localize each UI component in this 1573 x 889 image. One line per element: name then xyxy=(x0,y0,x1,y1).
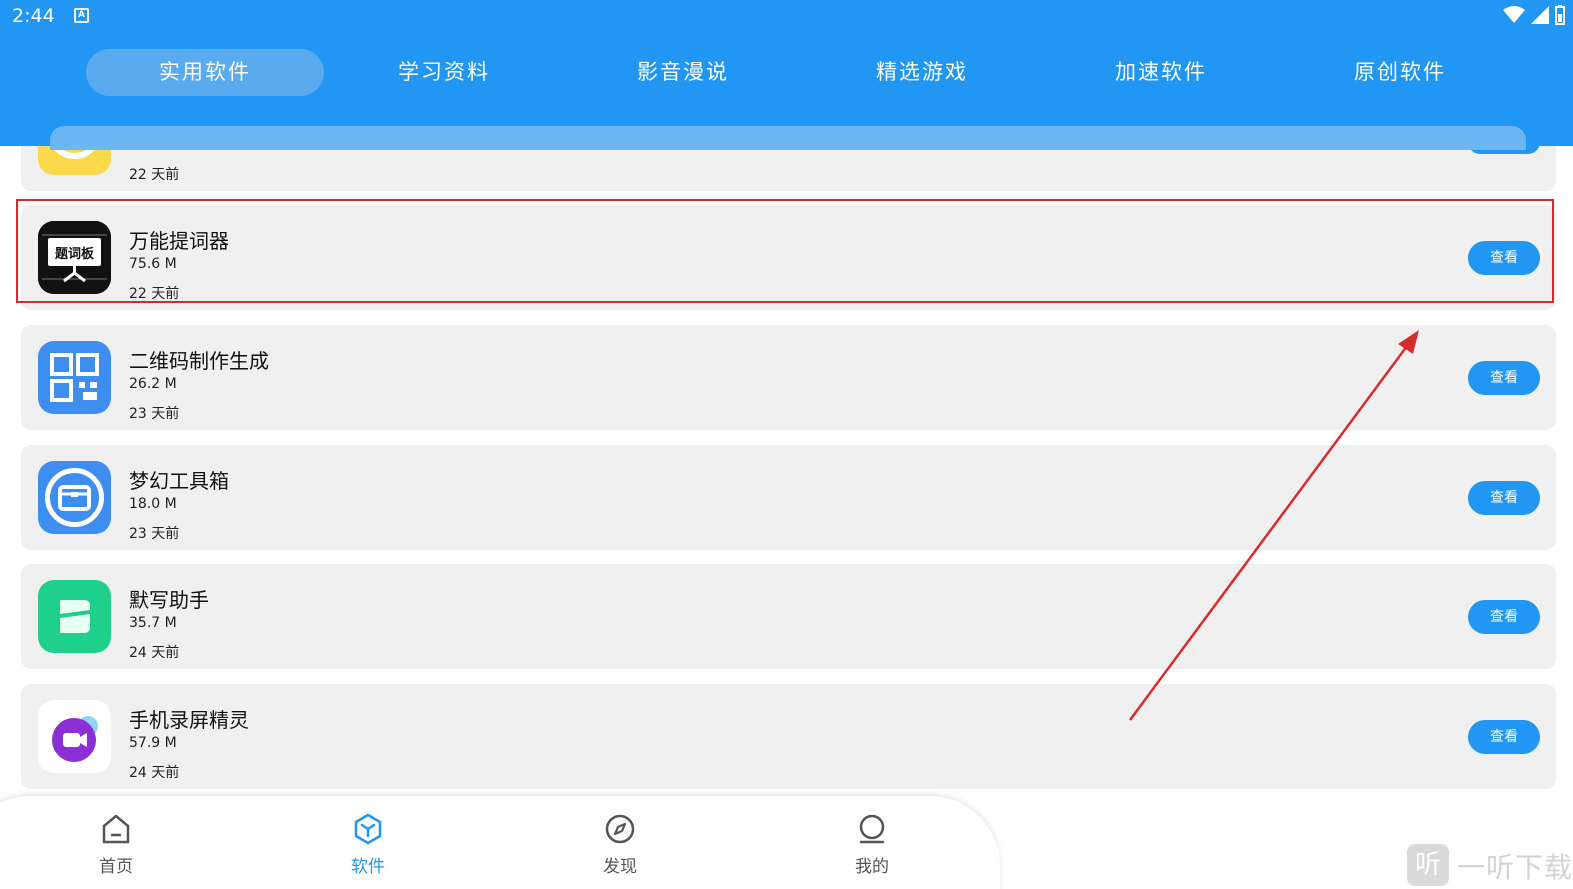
nav-discover-label: 发现 xyxy=(603,857,637,877)
home-icon xyxy=(102,814,130,844)
nav-software-label: 软件 xyxy=(351,857,385,877)
nav-home-label: 首页 xyxy=(99,857,133,877)
watermark-text: 一听下载 xyxy=(1457,851,1573,884)
compass-icon xyxy=(605,814,635,844)
nav-profile[interactable]: 我的 xyxy=(812,810,932,885)
software-cube-icon xyxy=(354,813,382,845)
watermark-logo: 听 xyxy=(1407,844,1449,886)
profile-icon xyxy=(859,814,885,844)
app-screen: 22 天前 题词板 万能提词器 75.6 M 22 天前 查看 二维码制作生成 … xyxy=(0,0,1573,889)
nav-home[interactable]: 首页 xyxy=(56,810,176,885)
nav-software[interactable]: 软件 xyxy=(308,810,428,885)
watermark: 听 一听下载 xyxy=(1407,842,1573,886)
nav-profile-label: 我的 xyxy=(855,857,889,877)
arrow-annotation xyxy=(1128,330,1419,721)
nav-discover[interactable]: 发现 xyxy=(560,810,680,885)
